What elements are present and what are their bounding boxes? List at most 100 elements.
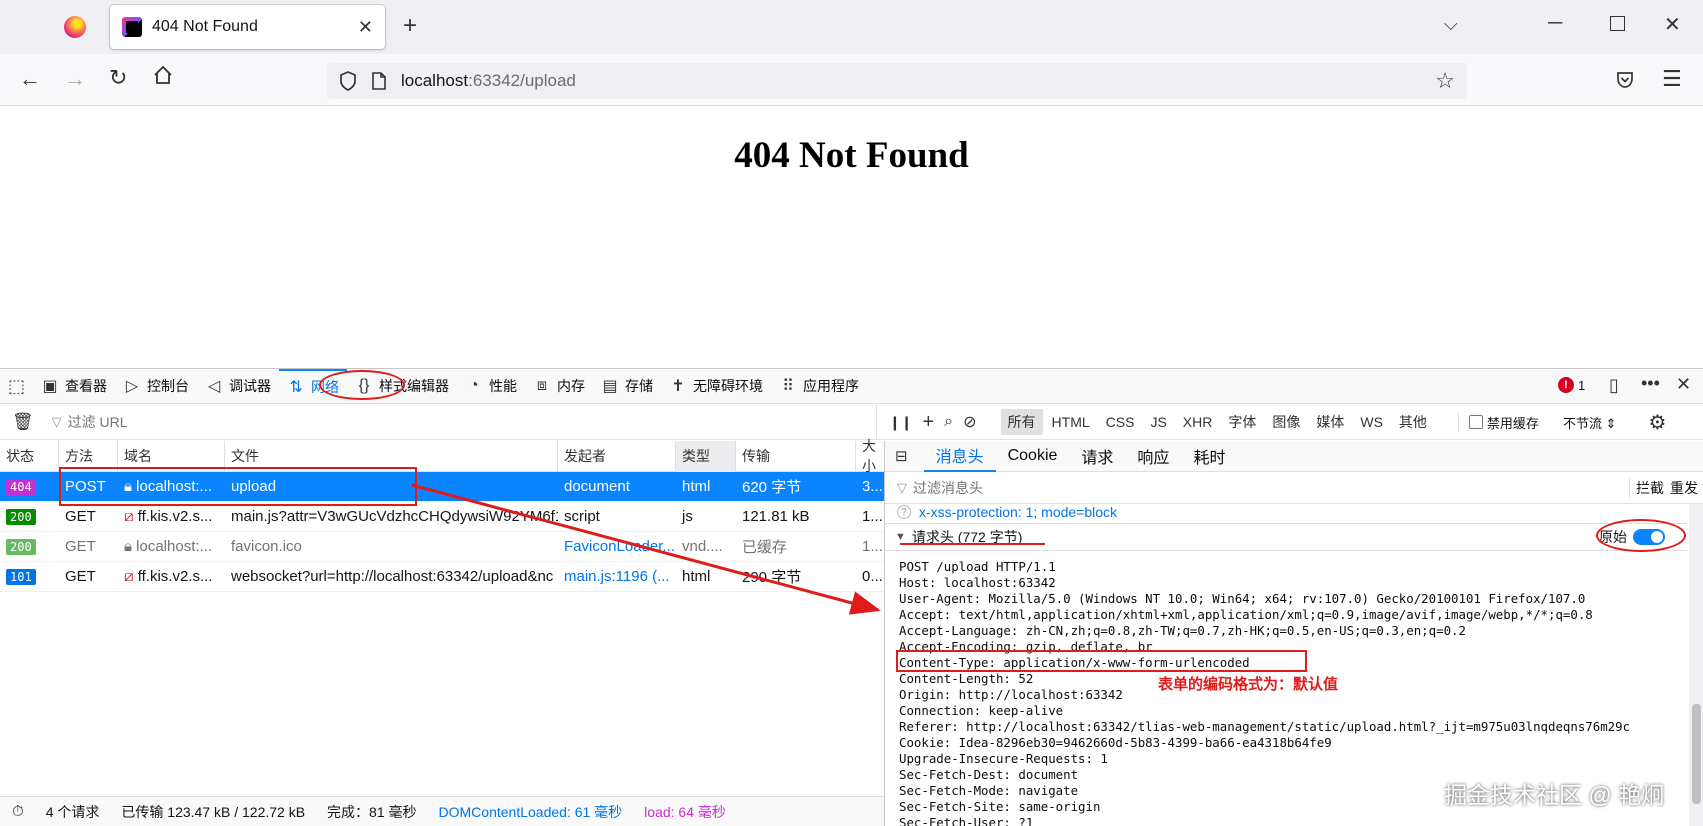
performance-icon: ◔ <box>469 377 479 394</box>
firefox-view-icon[interactable] <box>64 16 86 38</box>
element-picker-icon[interactable]: ⬚ <box>8 376 25 397</box>
list-tabs-chevron-icon[interactable]: ⌵ <box>1444 14 1458 35</box>
page-heading: 404 Not Found <box>734 135 969 176</box>
tab-console[interactable]: ▷ 控制台 <box>115 369 197 403</box>
col-type[interactable]: 类型 <box>676 440 736 472</box>
app-menu-icon[interactable]: ☰ <box>1662 66 1682 92</box>
method-cell: GET <box>65 538 96 555</box>
pocket-icon[interactable] <box>1615 70 1635 93</box>
col-status[interactable]: 状态 <box>0 440 59 472</box>
url-host: localhost <box>401 71 469 90</box>
type-filter-ws[interactable]: WS <box>1353 411 1390 433</box>
page-info-icon[interactable] <box>371 72 387 90</box>
maximize-icon[interactable] <box>1610 16 1625 31</box>
browser-tab[interactable]: 404 Not Found ✕ <box>110 5 385 49</box>
debugger-icon: ◁ <box>207 378 221 395</box>
raw-header-line: POST /upload HTTP/1.1 <box>899 559 1056 574</box>
application-icon: ⠿ <box>782 378 794 395</box>
filter-url-input[interactable] <box>65 413 846 431</box>
new-tab-icon[interactable]: + <box>403 12 417 40</box>
help-icon[interactable]: ? <box>897 505 911 519</box>
scrollbar-thumb[interactable] <box>1692 704 1701 804</box>
type-filter-images[interactable]: 图像 <box>1265 409 1307 435</box>
type-filter-fonts[interactable]: 字体 <box>1221 409 1263 435</box>
tab-timings[interactable]: 耗时 <box>1181 441 1237 472</box>
table-row[interactable]: 200 GET ⧄ ff.kis.v2.s... main.js?attr=V3… <box>0 502 884 532</box>
tab-headers[interactable]: 消息头 <box>923 441 996 472</box>
minimize-icon[interactable]: ─ <box>1548 12 1562 35</box>
block-icon[interactable]: ⊘ <box>963 412 976 432</box>
tab-accessibility[interactable]: ✝ 无障碍环境 <box>661 369 771 403</box>
tab-application[interactable]: ⠿ 应用程序 <box>771 369 867 403</box>
close-devtools-icon[interactable]: ✕ <box>1676 374 1691 395</box>
search-icon[interactable]: ⌕ <box>944 413 953 431</box>
type-filter-all[interactable]: 所有 <box>1000 409 1043 435</box>
request-count: 4 个请求 <box>45 803 100 820</box>
header-filter-bar: ▽ 拦截 重发 <box>885 473 1703 504</box>
tab-label: 调试器 <box>229 378 272 394</box>
type-filter-media[interactable]: 媒体 <box>1309 409 1351 435</box>
console-icon: ▷ <box>125 378 139 395</box>
tab-debugger[interactable]: ◁ 调试器 <box>197 369 279 403</box>
back-icon[interactable]: ← <box>19 66 41 92</box>
raw-header-line: Accept-Language: zh-CN,zh;q=0.8,zh-TW;q=… <box>899 623 1466 638</box>
transfer-cell: 620 字节 <box>742 479 802 496</box>
url-bar[interactable]: localhost :63342/upload ☆ <box>327 63 1467 99</box>
tab-inspector[interactable]: ▣ 查看器 <box>33 369 115 403</box>
clear-requests-icon[interactable]: 🗑 <box>12 412 34 432</box>
add-filter-icon[interactable]: + <box>922 411 934 434</box>
tab-memory[interactable]: ⧈ 内存 <box>525 369 593 403</box>
request-headers-section[interactable]: ▼ 请求头 (772 字节) 原始 <box>885 523 1687 551</box>
col-initiator[interactable]: 发起者 <box>558 440 676 472</box>
type-filter-xhr[interactable]: XHR <box>1176 411 1220 433</box>
domain-cell: ff.kis.v2.s... <box>137 568 213 585</box>
stopwatch-icon[interactable]: ⏱ <box>12 803 24 820</box>
raw-header-line: Referer: http://localhost:63342/tlias-we… <box>899 719 1631 734</box>
block-button[interactable]: 拦截 <box>1629 478 1670 498</box>
filter-headers-input[interactable] <box>911 479 1531 497</box>
scrollbar[interactable] <box>1689 504 1703 826</box>
url-path: :63342/upload <box>468 71 576 90</box>
tab-label: 内存 <box>557 378 586 394</box>
pause-icon[interactable]: ❙❙ <box>889 414 912 431</box>
annotation-request-box <box>59 467 417 506</box>
tab-cookies[interactable]: Cookie <box>996 441 1070 472</box>
initiator-cell: document <box>564 478 630 495</box>
shield-icon[interactable] <box>339 71 357 91</box>
close-tab-icon[interactable]: ✕ <box>358 17 373 38</box>
initiator-cell[interactable]: main.js:1196 (... <box>558 568 676 585</box>
annotation-content-type-box <box>896 650 1307 672</box>
forward-icon[interactable]: → <box>64 66 86 92</box>
tab-label: 应用程序 <box>803 378 860 394</box>
type-filter-js[interactable]: JS <box>1143 411 1173 433</box>
throttle-select[interactable]: 不节流 ⇕ <box>1563 413 1617 432</box>
home-icon[interactable] <box>152 64 174 89</box>
file-cell: main.js?attr=V3wGUcVdzhcCHQdywsiW92YM6f1… <box>231 508 558 525</box>
error-counter[interactable]: ! 1 <box>1558 377 1585 393</box>
table-row[interactable]: 101 GET ⧄ ff.kis.v2.s... websocket?url=h… <box>0 562 884 592</box>
annotation-underline <box>900 543 1045 545</box>
tab-storage[interactable]: ▤ 存储 <box>593 369 661 403</box>
disable-cache-checkbox[interactable] <box>1468 415 1483 429</box>
bookmark-star-icon[interactable]: ☆ <box>1435 68 1455 94</box>
initiator-cell[interactable]: FaviconLoader... <box>558 538 676 555</box>
table-row[interactable]: 200 GET 🔒︎ localhost:... favicon.ico Fav… <box>0 532 884 562</box>
responsive-mode-icon[interactable]: ▯ <box>1609 375 1619 396</box>
col-size[interactable]: 大小 <box>856 438 884 474</box>
col-transfer[interactable]: 传输 <box>736 440 856 472</box>
tab-response[interactable]: 响应 <box>1125 441 1181 472</box>
resend-button[interactable]: 重发 <box>1670 478 1703 498</box>
type-filter-other[interactable]: 其他 <box>1392 409 1434 435</box>
disable-cache-toggle[interactable]: 禁用缓存 <box>1457 412 1539 432</box>
toggle-sidebar-icon[interactable]: ⊟ <box>895 447 908 465</box>
reload-icon[interactable]: ↻ <box>109 65 127 91</box>
tab-performance[interactable]: ◔ 性能 <box>457 369 525 403</box>
network-settings-gear-icon[interactable]: ⚙ <box>1648 410 1666 435</box>
more-options-icon[interactable]: ••• <box>1641 373 1660 394</box>
type-filter-html[interactable]: HTML <box>1045 411 1097 433</box>
tab-request[interactable]: 请求 <box>1069 441 1125 472</box>
finish-time: 完成：81 毫秒 <box>327 803 417 820</box>
type-filter-css[interactable]: CSS <box>1099 411 1142 433</box>
close-window-icon[interactable]: ✕ <box>1664 12 1681 37</box>
error-icon: ! <box>1558 377 1574 393</box>
